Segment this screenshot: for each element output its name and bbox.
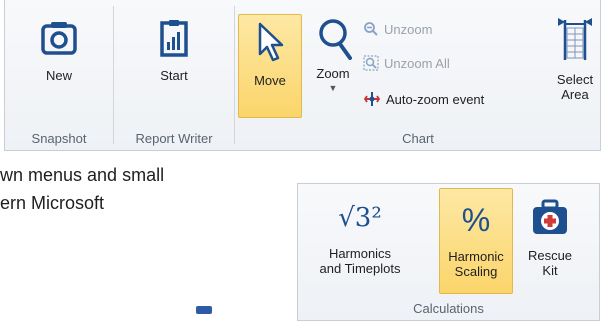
- rescue-kit-button[interactable]: Rescue Kit: [520, 194, 580, 292]
- zoom-label: Zoom: [316, 66, 350, 81]
- report-icon: [160, 20, 188, 57]
- unzoom-all-button[interactable]: Unzoom All: [363, 55, 450, 71]
- body-text-line1: wn menus and small: [0, 165, 165, 185]
- harmonic-scaling-label-line1: Harmonic: [448, 249, 504, 264]
- select-area-icon: [558, 18, 592, 60]
- square-root-icon: √3²: [338, 203, 382, 233]
- unzoom-icon: [364, 22, 378, 36]
- move-button[interactable]: Move: [238, 14, 302, 118]
- magnifier-icon: [319, 19, 352, 60]
- rescue-label-line1: Rescue: [527, 248, 573, 263]
- rescue-label-line2: Kit: [542, 263, 558, 278]
- snapshot-group: New Snapshot: [5, 0, 113, 150]
- auto-zoom-event-label: Auto-zoom event: [386, 91, 485, 107]
- select-area-label-line1: Select: [556, 72, 594, 87]
- chart-group-label: Chart: [402, 131, 434, 146]
- start-report-button[interactable]: Start: [138, 20, 210, 96]
- camera-icon: [41, 22, 77, 55]
- harmonics-timeplots-button[interactable]: √3² Harmonics and Timeplots: [304, 194, 416, 292]
- percent-icon: %: [461, 202, 491, 238]
- snapshot-group-label: Snapshot: [31, 131, 87, 146]
- start-label: Start: [160, 68, 188, 83]
- auto-zoom-icon: [363, 92, 381, 106]
- first-aid-kit-icon: [533, 199, 567, 234]
- chart-group: Move Zoom ▼ Unzoom Unzoom All Auto-zoom …: [235, 0, 601, 150]
- move-label: Move: [254, 73, 286, 88]
- ribbon-toolbar: New Snapshot Start Report Writer Move Zo…: [4, 0, 601, 151]
- harmonics-label-line2: and Timeplots: [319, 261, 401, 276]
- unzoom-all-icon: [363, 55, 379, 71]
- calculations-group: √3² Harmonics and Timeplots % Harmonic S…: [297, 183, 600, 321]
- zoom-button[interactable]: Zoom ▼: [307, 18, 359, 118]
- unzoom-label: Unzoom: [384, 21, 433, 37]
- calculations-group-label: Calculations: [413, 301, 484, 316]
- chevron-down-icon: ▼: [328, 83, 338, 93]
- body-text-line2: ern Microsoft: [0, 193, 105, 213]
- new-snapshot-button[interactable]: New: [27, 20, 91, 96]
- select-area-label-line2: Area: [561, 87, 589, 102]
- auto-zoom-event-button[interactable]: Auto-zoom event: [363, 90, 484, 108]
- harmonic-scaling-label-line2: Scaling: [454, 264, 498, 279]
- new-label: New: [45, 68, 72, 83]
- heading-fragment: [196, 306, 212, 314]
- report-writer-group-label: Report Writer: [135, 131, 213, 146]
- unzoom-all-label: Unzoom All: [384, 55, 450, 71]
- harmonic-scaling-button[interactable]: % Harmonic Scaling: [439, 188, 513, 294]
- cursor-arrow-icon: [258, 22, 284, 62]
- report-writer-group: Start Report Writer: [114, 0, 234, 150]
- harmonics-label-line1: Harmonics: [328, 246, 392, 261]
- unzoom-button[interactable]: Unzoom: [363, 21, 432, 37]
- select-area-button[interactable]: Select Area: [550, 16, 600, 116]
